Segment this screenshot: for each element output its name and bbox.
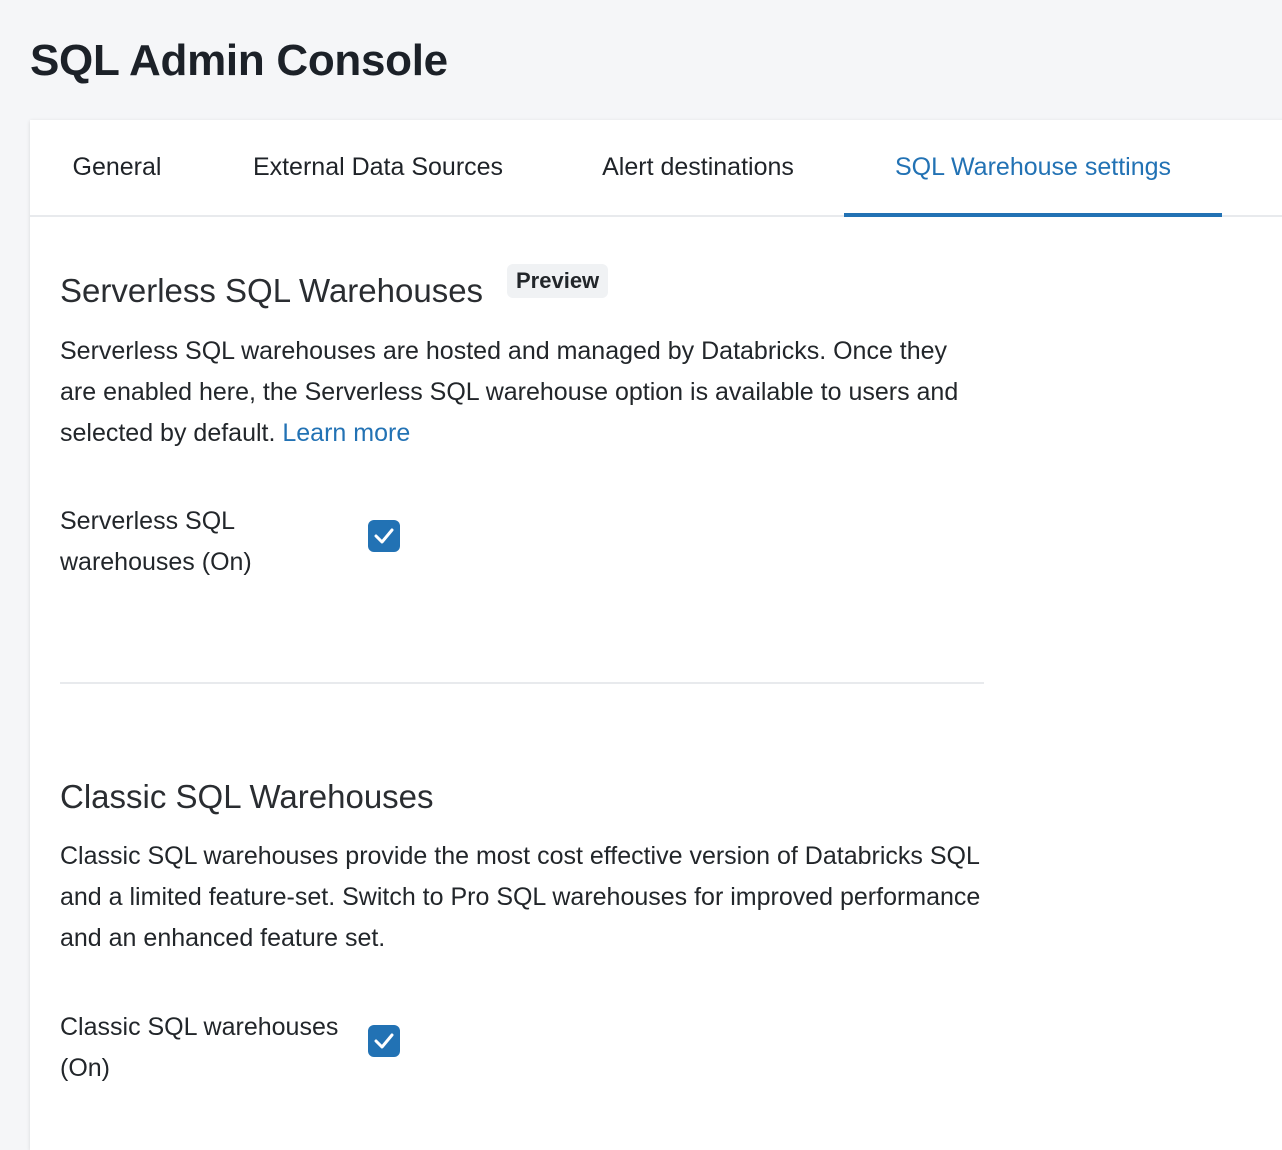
page-title: SQL Admin Console	[30, 36, 448, 85]
classic-checkbox[interactable]	[368, 1025, 400, 1057]
tab-alert-destinations[interactable]: Alert destinations	[592, 120, 804, 215]
tab-sql-warehouse-settings[interactable]: SQL Warehouse settings	[844, 120, 1222, 217]
preview-badge: Preview	[507, 264, 609, 298]
serverless-section-title: Serverless SQL Warehouses	[60, 272, 484, 309]
serverless-description-text: Serverless SQL warehouses are hosted and…	[60, 337, 959, 447]
settings-card: General External Data Sources Alert dest…	[30, 120, 1282, 1150]
serverless-description: Serverless SQL warehouses are hosted and…	[60, 331, 990, 454]
learn-more-link[interactable]: Learn more	[282, 419, 410, 447]
section-divider	[60, 682, 984, 684]
tab-general[interactable]: General	[70, 120, 164, 215]
checkmark-icon	[374, 1033, 394, 1049]
classic-setting-label: Classic SQL warehouses (On)	[60, 1013, 339, 1082]
tab-bar: General External Data Sources Alert dest…	[30, 120, 1282, 217]
serverless-setting-label: Serverless SQL warehouses (On)	[60, 507, 252, 576]
checkmark-icon	[374, 528, 394, 544]
classic-description: Classic SQL warehouses provide the most …	[60, 842, 981, 952]
serverless-checkbox[interactable]	[368, 520, 400, 552]
tab-external-data-sources[interactable]: External Data Sources	[244, 120, 512, 215]
classic-section-title: Classic SQL Warehouses	[60, 778, 434, 815]
